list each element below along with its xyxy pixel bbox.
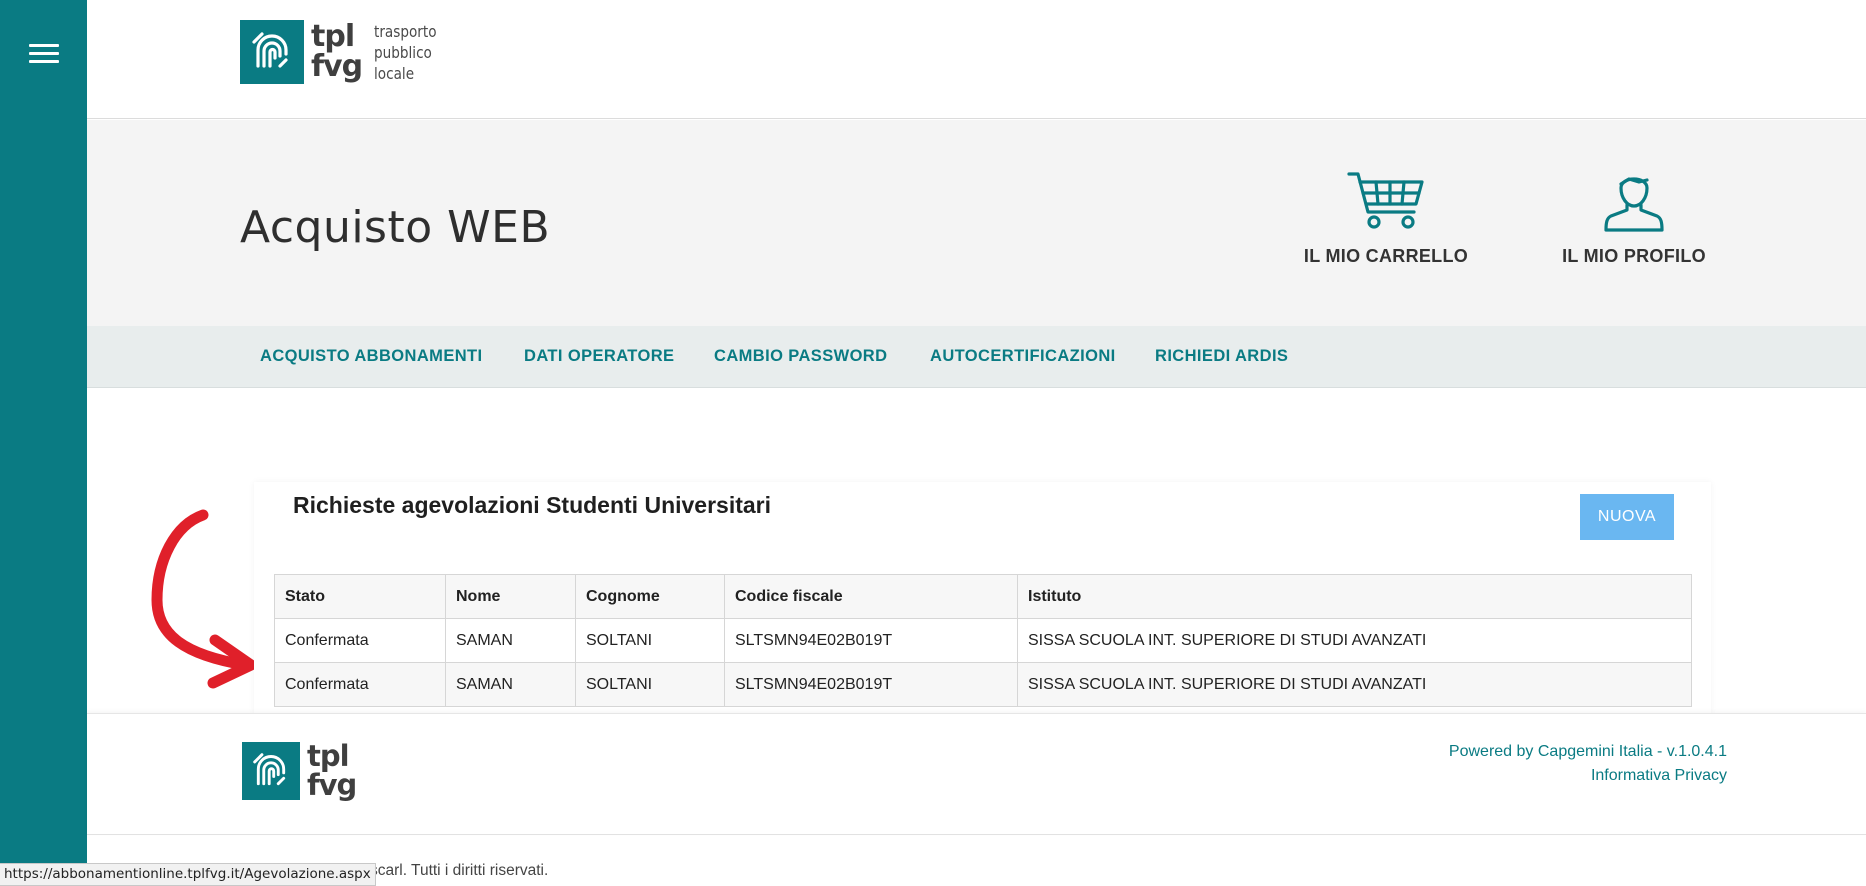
cell-codice-fiscale: SLTSMN94E02B019T	[724, 662, 1018, 707]
cell-cognome: SOLTANI	[575, 618, 725, 663]
requests-card: Richieste agevolazioni Studenti Universi…	[254, 482, 1711, 714]
cell-istituto: SISSA SCUOLA INT. SUPERIORE DI STUDI AVA…	[1017, 618, 1692, 663]
cell-nome: SAMAN	[445, 618, 576, 663]
annotation-arrow	[151, 509, 257, 689]
footer-links: Powered by Capgemini Italia - v.1.0.4.1 …	[1449, 740, 1727, 788]
logo-mark-icon	[242, 742, 300, 800]
new-request-button[interactable]: NUOVA	[1580, 494, 1674, 540]
page-title: Acquisto WEB	[240, 202, 551, 253]
nav-acquisto-abbonamenti[interactable]: ACQUISTO ABBONAMENTI	[260, 347, 483, 366]
table-header-row: Stato Nome Cognome Codice fiscale Istitu…	[274, 574, 1692, 619]
profile-button[interactable]: IL MIO PROFILO	[1549, 170, 1719, 267]
table-row[interactable]: Confermata SAMAN SOLTANI SLTSMN94E02B019…	[274, 618, 1692, 663]
column-header[interactable]: Codice fiscale	[724, 574, 1018, 619]
cell-istituto: SISSA SCUOLA INT. SUPERIORE DI STUDI AVA…	[1017, 662, 1692, 707]
column-header[interactable]: Istituto	[1017, 574, 1692, 619]
nav-dati-operatore[interactable]: DATI OPERATORE	[524, 347, 674, 366]
user-icon	[1604, 177, 1664, 232]
column-header[interactable]: Cognome	[575, 574, 725, 619]
logo-wordmark: tpl fvg	[311, 19, 363, 84]
logo-tagline: trasporto pubblico locale	[374, 21, 437, 83]
cell-cognome: SOLTANI	[575, 662, 725, 707]
nav-cambio-password[interactable]: CAMBIO PASSWORD	[714, 347, 887, 366]
table-row[interactable]: Confermata SAMAN SOLTANI SLTSMN94E02B019…	[274, 662, 1692, 707]
page-banner: Acquisto WEB IL MIO CARRELLO IL MIO PROF…	[87, 120, 1866, 326]
side-bar	[0, 0, 87, 886]
logo-wordmark: tpl fvg	[307, 739, 357, 802]
cart-button[interactable]: IL MIO CARRELLO	[1301, 170, 1471, 267]
cart-icon	[1347, 172, 1424, 229]
footer: tpl fvg Powered by Capgemini Italia - v.…	[87, 713, 1866, 835]
cell-stato: Confermata	[274, 618, 446, 663]
nav-autocertificazioni[interactable]: AUTOCERTIFICAZIONI	[930, 347, 1116, 366]
column-header[interactable]: Nome	[445, 574, 576, 619]
footer-logo: tpl fvg	[242, 739, 357, 802]
cell-stato: Confermata	[274, 662, 446, 707]
requests-table: Stato Nome Cognome Codice fiscale Istitu…	[274, 574, 1692, 707]
top-header: tpl fvg trasporto pubblico locale	[87, 0, 1866, 119]
column-header[interactable]: Stato	[274, 574, 446, 619]
brand-logo[interactable]: tpl fvg trasporto pubblico locale	[240, 20, 448, 84]
cell-codice-fiscale: SLTSMN94E02B019T	[724, 618, 1018, 663]
main-nav: ACQUISTO ABBONAMENTI DATI OPERATORE CAMB…	[87, 326, 1866, 388]
status-url: https://abbonamentionline.tplfvg.it/Agev…	[0, 863, 376, 886]
nav-richiedi-ardis[interactable]: RICHIEDI ARDIS	[1155, 347, 1288, 366]
logo-mark-icon	[240, 20, 304, 84]
profile-label: IL MIO PROFILO	[1562, 246, 1706, 266]
cart-label: IL MIO CARRELLO	[1303, 246, 1469, 266]
powered-by-link[interactable]: Powered by Capgemini Italia - v.1.0.4.1	[1449, 740, 1727, 764]
menu-icon[interactable]	[29, 44, 59, 64]
cell-nome: SAMAN	[445, 662, 576, 707]
privacy-link[interactable]: Informativa Privacy	[1449, 764, 1727, 788]
section-title: Richieste agevolazioni Studenti Universi…	[293, 492, 772, 518]
